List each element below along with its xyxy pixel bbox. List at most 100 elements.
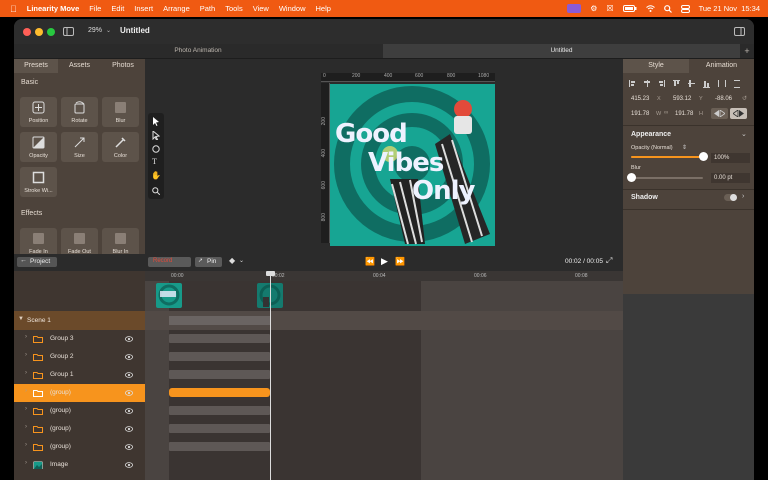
preset-color[interactable]: Color bbox=[102, 132, 139, 162]
sidebar-toggle-icon[interactable] bbox=[63, 27, 74, 36]
chevron-right-icon[interactable]: › bbox=[25, 424, 27, 430]
align-top-icon[interactable] bbox=[673, 80, 680, 88]
clip-bar[interactable] bbox=[169, 370, 270, 379]
layer-row[interactable]: › Group 3 bbox=[14, 330, 145, 348]
screen-mirror-icon[interactable] bbox=[567, 4, 582, 13]
distribute-h-icon[interactable] bbox=[718, 80, 726, 87]
chevron-down-icon[interactable]: ⌄ bbox=[741, 130, 747, 138]
chevron-right-icon[interactable]: › bbox=[25, 352, 27, 358]
align-bottom-icon[interactable] bbox=[703, 80, 710, 88]
clip-bar[interactable] bbox=[169, 406, 270, 415]
eye-icon[interactable] bbox=[125, 390, 133, 396]
menu-insert[interactable]: Insert bbox=[134, 4, 153, 13]
eye-icon[interactable] bbox=[125, 444, 133, 450]
tab-untitled[interactable]: Untitled bbox=[383, 44, 740, 58]
layer-row[interactable]: › (group) bbox=[14, 438, 145, 456]
clip-bar[interactable] bbox=[169, 334, 270, 343]
gear-icon[interactable]: ⚙ bbox=[590, 4, 597, 13]
canvas-area[interactable]: T ✋ 0 200 400 600 800 1080 200 400 600 8… bbox=[145, 59, 623, 254]
zoom-window-button[interactable] bbox=[47, 28, 55, 36]
menu-edit[interactable]: Edit bbox=[111, 4, 124, 13]
fast-forward-icon[interactable]: ⏩ bbox=[395, 257, 405, 266]
align-left-icon[interactable] bbox=[629, 80, 636, 87]
preset-size[interactable]: Size bbox=[61, 132, 98, 162]
eye-icon[interactable] bbox=[125, 354, 133, 360]
clip-bar[interactable] bbox=[169, 424, 270, 433]
opacity-slider-knob[interactable] bbox=[699, 152, 708, 161]
opacity-slider[interactable] bbox=[631, 152, 708, 161]
scene-clip-bar[interactable] bbox=[169, 316, 270, 325]
chevron-right-icon[interactable]: › bbox=[25, 406, 27, 412]
rewind-icon[interactable]: ⏪ bbox=[365, 257, 375, 266]
blend-chevron-icon[interactable]: ⇕ bbox=[682, 144, 687, 151]
keyframe-diamond-icon[interactable]: ◆ bbox=[229, 256, 235, 265]
direct-select-icon[interactable] bbox=[152, 131, 160, 140]
preset-position[interactable]: Position bbox=[20, 97, 57, 127]
app-menu[interactable]: Linearity Move bbox=[27, 4, 80, 13]
menu-view[interactable]: View bbox=[253, 4, 269, 13]
flip-vertical-button[interactable] bbox=[730, 108, 747, 119]
flip-horizontal-button[interactable] bbox=[711, 108, 728, 119]
eye-icon[interactable] bbox=[125, 408, 133, 414]
link-icon[interactable]: ∞ bbox=[664, 110, 668, 116]
layer-row[interactable]: › Group 2 bbox=[14, 348, 145, 366]
chevron-right-icon[interactable]: › bbox=[25, 442, 27, 448]
zoom-level-dropdown[interactable]: 29% bbox=[88, 27, 102, 34]
eye-icon[interactable] bbox=[125, 462, 133, 468]
align-center-h-icon[interactable] bbox=[644, 80, 650, 87]
artwork-text-only[interactable]: Only bbox=[412, 176, 475, 206]
inspector-toggle-icon[interactable] bbox=[734, 27, 745, 36]
apple-icon[interactable]:  bbox=[10, 4, 17, 14]
blur-value[interactable]: 0.00 pt bbox=[711, 173, 750, 183]
menu-path[interactable]: Path bbox=[200, 4, 215, 13]
selected-clip-bar[interactable] bbox=[169, 388, 270, 397]
battery-icon[interactable] bbox=[622, 5, 637, 12]
wifi-icon[interactable] bbox=[645, 5, 655, 12]
chevron-down-icon[interactable]: ▼ bbox=[18, 316, 24, 322]
menu-arrange[interactable]: Arrange bbox=[163, 4, 190, 13]
y-field[interactable]: 593.12 bbox=[673, 96, 691, 102]
tab-style[interactable]: Style bbox=[623, 59, 689, 73]
chevron-down-icon[interactable]: ⌄ bbox=[106, 27, 111, 34]
distribute-v-icon[interactable] bbox=[734, 80, 740, 88]
datetime[interactable]: Tue 21 Nov 15:34 bbox=[699, 4, 760, 13]
chevron-down-icon[interactable]: ⌄ bbox=[239, 257, 244, 264]
tab-photos[interactable]: Photos bbox=[101, 59, 145, 73]
timeline-tracks[interactable]: 00:00 00:02 00:04 00:06 00:08 bbox=[145, 271, 623, 480]
align-middle-v-icon[interactable] bbox=[688, 80, 695, 87]
clip-bar[interactable] bbox=[169, 352, 270, 361]
artboard[interactable]: Good Vibes Only bbox=[330, 84, 495, 246]
shadow-toggle[interactable] bbox=[724, 194, 737, 201]
tab-presets[interactable]: Presets bbox=[14, 59, 58, 73]
scene-row[interactable]: ▼ Scene 1 bbox=[14, 311, 145, 330]
tab-animation[interactable]: Animation bbox=[689, 59, 754, 73]
align-right-icon[interactable] bbox=[658, 80, 665, 87]
playhead[interactable] bbox=[270, 271, 271, 480]
search-icon[interactable] bbox=[663, 4, 672, 13]
control-center-icon[interactable] bbox=[680, 4, 690, 13]
record-button[interactable]: Record bbox=[148, 257, 191, 267]
add-tab-button[interactable]: + bbox=[740, 44, 754, 58]
layer-row[interactable]: › (group) bbox=[14, 384, 145, 402]
select-arrow-icon[interactable] bbox=[152, 117, 160, 126]
close-window-button[interactable] bbox=[23, 28, 31, 36]
blur-slider[interactable] bbox=[627, 173, 703, 182]
eye-icon[interactable] bbox=[125, 372, 133, 378]
eye-icon[interactable] bbox=[125, 336, 133, 342]
height-field[interactable]: 191.78 bbox=[675, 111, 693, 117]
preset-rotate[interactable]: Rotate bbox=[61, 97, 98, 127]
blur-slider-knob[interactable] bbox=[627, 173, 636, 182]
minimize-window-button[interactable] bbox=[35, 28, 43, 36]
close-square-icon[interactable]: ☒ bbox=[606, 4, 613, 13]
chevron-right-icon[interactable]: › bbox=[25, 388, 27, 394]
back-to-project-button[interactable]: ← Project bbox=[17, 257, 57, 267]
layer-row[interactable]: › Image bbox=[14, 456, 145, 474]
ellipse-tool-icon[interactable] bbox=[152, 145, 160, 153]
menu-help[interactable]: Help bbox=[316, 4, 331, 13]
hand-tool-icon[interactable]: ✋ bbox=[151, 171, 161, 180]
rotation-field[interactable]: -88.06 bbox=[715, 96, 732, 102]
thumbnail-start[interactable] bbox=[156, 283, 182, 308]
zoom-tool-icon[interactable] bbox=[152, 187, 160, 195]
chevron-right-icon[interactable]: › bbox=[25, 460, 27, 466]
artwork-text-good[interactable]: Good bbox=[335, 119, 408, 149]
